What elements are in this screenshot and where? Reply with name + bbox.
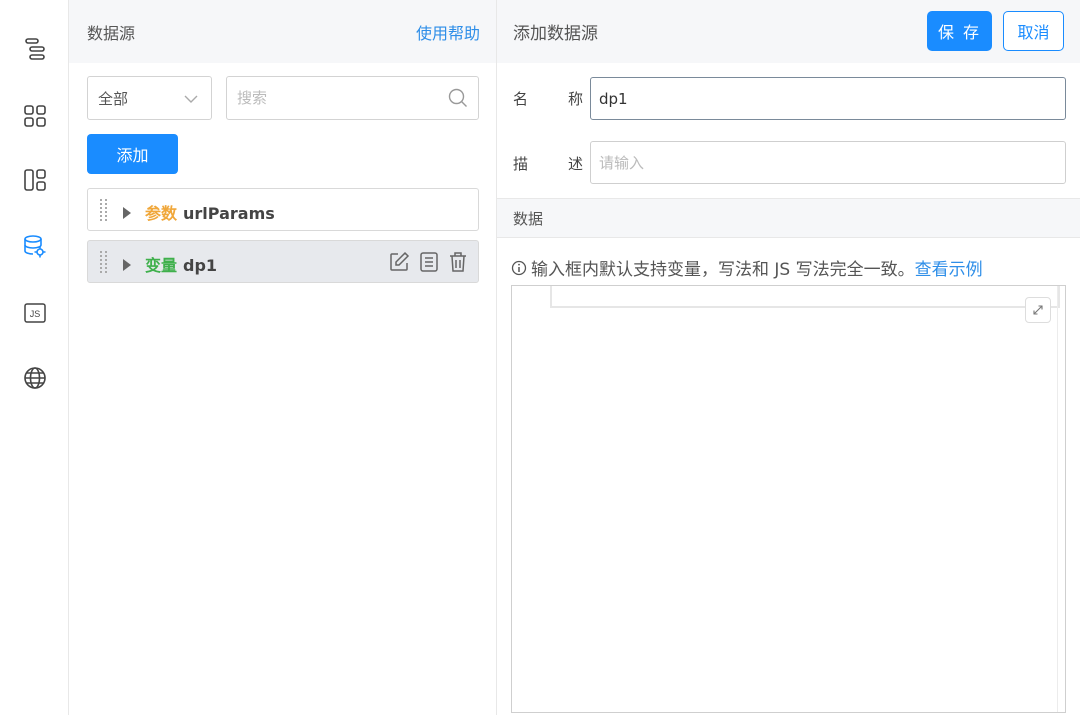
datasource-header: 数据源 使用帮助 [69, 0, 496, 63]
drag-handle-icon[interactable] [100, 251, 108, 277]
datasource-item-label: 参数 urlParams [145, 200, 275, 224]
data-section-label: 数据 [513, 209, 544, 228]
js-icon[interactable]: JS [22, 300, 48, 326]
datasource-icon[interactable] [22, 234, 48, 260]
cancel-button[interactable]: 取消 [1003, 11, 1064, 51]
components-icon[interactable] [22, 103, 48, 129]
drag-handle-icon[interactable] [100, 199, 108, 225]
data-section-header: 数据 [497, 198, 1080, 238]
expand-caret-icon[interactable] [122, 256, 132, 275]
search-box [226, 76, 479, 120]
info-icon [511, 260, 527, 276]
copy-icon[interactable] [418, 251, 440, 273]
datasource-item-label: 变量 dp1 [145, 252, 217, 276]
svg-text:JS: JS [30, 309, 41, 319]
editor-hint: 输入框内默认支持变量，写法和 JS 写法完全一致。 查看示例 [511, 255, 983, 280]
type-filter-select[interactable]: 全部 [87, 76, 212, 120]
editor-header: 添加数据源 保 存 取消 [497, 0, 1080, 63]
name-field[interactable] [590, 77, 1066, 120]
search-icon[interactable] [448, 88, 468, 108]
code-editor-scrollbar[interactable] [1057, 286, 1065, 712]
outline-icon[interactable] [22, 36, 48, 62]
description-field[interactable] [590, 141, 1066, 184]
edit-icon[interactable] [388, 251, 410, 273]
fullscreen-icon[interactable] [1025, 297, 1051, 323]
datasource-item-dp1[interactable]: 变量 dp1 [87, 240, 479, 283]
desc-label: 描 述 [513, 153, 583, 174]
delete-icon[interactable] [448, 251, 468, 273]
help-link[interactable]: 使用帮助 [416, 20, 480, 44]
item-name: urlParams [183, 204, 275, 223]
datasource-item-urlparams[interactable]: 参数 urlParams [87, 188, 479, 231]
name-label-char-2: 称 [567, 90, 583, 108]
hint-text: 输入框内默认支持变量，写法和 JS 写法完全一致。 [531, 260, 915, 280]
datasource-editor: 添加数据源 保 存 取消 名 称 描 述 数据 输入框内默认支持变量，写法和 J… [497, 0, 1080, 715]
add-datasource-button[interactable]: 添加 [87, 134, 178, 174]
code-editor[interactable] [511, 285, 1066, 713]
type-filter-value: 全部 [98, 89, 129, 108]
name-label: 名 称 [513, 88, 583, 109]
datasource-title: 数据源 [87, 23, 136, 43]
layout-icon[interactable] [22, 167, 48, 193]
datasource-panel: 数据源 使用帮助 全部 添加 参数 urlParams [69, 0, 497, 715]
desc-label-char-1: 描 [513, 155, 529, 173]
icon-rail: JS [0, 0, 69, 715]
name-label-char-1: 名 [513, 90, 529, 108]
desc-label-char-2: 述 [567, 155, 583, 173]
chevron-down-icon [183, 91, 199, 109]
item-name: dp1 [183, 256, 218, 275]
save-button[interactable]: 保 存 [927, 11, 992, 51]
globe-icon[interactable] [22, 365, 48, 391]
item-type-label: 参数 [145, 204, 178, 223]
editor-title: 添加数据源 [513, 24, 598, 44]
search-input[interactable] [237, 89, 448, 107]
item-actions [388, 251, 468, 273]
view-example-link[interactable]: 查看示例 [915, 255, 983, 280]
expand-caret-icon[interactable] [122, 204, 132, 223]
code-editor-line [550, 286, 1060, 308]
item-type-label: 变量 [145, 256, 178, 275]
